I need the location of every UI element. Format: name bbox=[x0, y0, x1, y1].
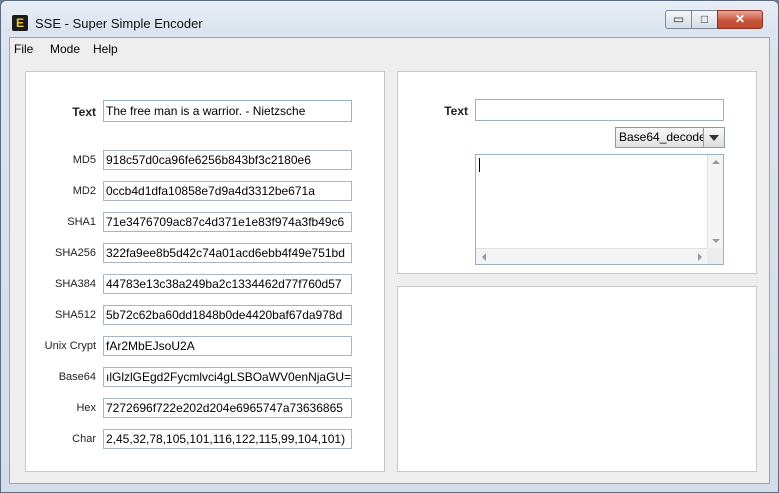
horizontal-scrollbar[interactable] bbox=[476, 248, 708, 264]
sha1-label: SHA1 bbox=[67, 216, 96, 228]
decoder-text-label: Text bbox=[444, 104, 468, 118]
mode-select-value: Base64_decode bbox=[619, 130, 706, 144]
md5-field[interactable]: 918c57d0ca96fe6256b843bf3c2180e6 bbox=[103, 150, 352, 170]
md2-field[interactable]: 0ccb4d1dfa10858e7d9a4d3312be671a bbox=[103, 181, 352, 201]
window-title: SSE - Super Simple Encoder bbox=[35, 16, 203, 31]
base64-field[interactable]: ılGlzlGEgd2Fycmlvci4gLSBOaWV0enNjaGU= bbox=[103, 367, 352, 387]
sha384-label: SHA384 bbox=[55, 278, 96, 290]
char-label: Char bbox=[72, 433, 96, 445]
mode-select[interactable]: Base64_decode bbox=[615, 127, 725, 148]
scroll-up-icon[interactable] bbox=[712, 160, 720, 164]
minimize-button[interactable]: ▭ bbox=[665, 10, 692, 29]
encoder-panel: Text The free man is a warrior. - Nietzs… bbox=[25, 71, 385, 472]
decoder-output-area[interactable] bbox=[475, 154, 724, 265]
hex-field[interactable]: 7272696f722e202d204e6965747a73636865 bbox=[103, 398, 352, 418]
md5-label: MD5 bbox=[72, 154, 96, 166]
menu-file[interactable]: File bbox=[14, 42, 33, 56]
sha512-field[interactable]: 5b72c62ba60dd1848b0de4420baf67da978d bbox=[103, 305, 352, 325]
sha1-field[interactable]: 71e3476709ac87c4d371e1e83f974a3fb49c6 bbox=[103, 212, 352, 232]
client-area: File Mode Help Text The free man is a wa… bbox=[9, 37, 770, 484]
decoder-panel: Text Base64_decode bbox=[397, 71, 757, 274]
sha256-label: SHA256 bbox=[55, 247, 96, 259]
decoder-text-field[interactable] bbox=[475, 99, 724, 121]
base64-label: Base64 bbox=[58, 371, 96, 383]
scroll-left-icon[interactable] bbox=[482, 253, 486, 261]
maximize-button[interactable]: □ bbox=[691, 10, 718, 29]
char-field[interactable]: 2,45,32,78,105,101,116,122,115,99,104,10… bbox=[103, 429, 352, 449]
sha256-field[interactable]: 322fa9ee8b5d42c74a01acd6ebb4f49e751bd bbox=[103, 243, 352, 263]
vertical-scrollbar[interactable] bbox=[707, 155, 723, 248]
close-button[interactable]: ✕ bbox=[717, 10, 763, 29]
result-panel bbox=[397, 286, 757, 472]
scroll-corner bbox=[707, 248, 723, 264]
menu-bar: File Mode Help bbox=[10, 38, 769, 60]
unix-crypt-label: Unix Crypt bbox=[44, 340, 96, 352]
scroll-right-icon[interactable] bbox=[698, 253, 702, 261]
chevron-down-icon[interactable] bbox=[703, 128, 724, 147]
menu-help[interactable]: Help bbox=[93, 42, 118, 56]
app-window: E SSE - Super Simple Encoder ▭ □ ✕ File … bbox=[0, 0, 779, 493]
text-label: Text bbox=[72, 105, 96, 119]
input-text-field[interactable]: The free man is a warrior. - Nietzsche bbox=[103, 100, 352, 122]
hex-label: Hex bbox=[76, 402, 96, 414]
md2-label: MD2 bbox=[72, 185, 96, 197]
sha384-field[interactable]: 44783e13c38a249ba2c1334462d77f760d57 bbox=[103, 274, 352, 294]
app-icon: E bbox=[12, 15, 28, 31]
title-bar[interactable]: E SSE - Super Simple Encoder ▭ □ ✕ bbox=[1, 1, 778, 37]
sha512-label: SHA512 bbox=[55, 309, 96, 321]
scroll-down-icon[interactable] bbox=[712, 239, 720, 243]
unix-crypt-field[interactable]: fAr2MbEJsoU2A bbox=[103, 336, 352, 356]
text-caret bbox=[479, 158, 480, 172]
menu-mode[interactable]: Mode bbox=[50, 42, 80, 56]
